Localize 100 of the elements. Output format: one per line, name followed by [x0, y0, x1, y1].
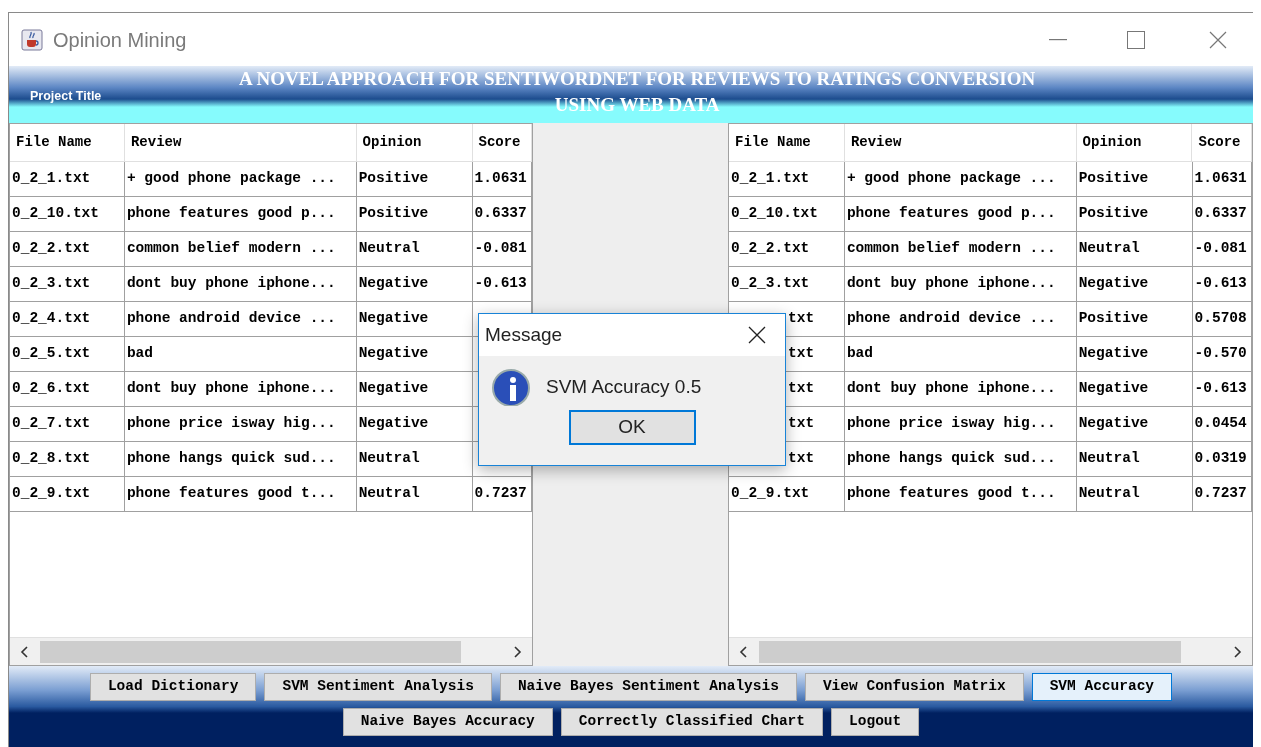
action-button[interactable]: Correctly Classified Chart	[560, 708, 824, 736]
chevron-right-icon[interactable]	[511, 644, 523, 659]
action-button[interactable]: Naive Bayes Accuracy	[342, 708, 553, 736]
table-cell-text: -0.613	[1193, 379, 1247, 399]
table-cell-text: Neutral	[357, 484, 420, 504]
table-cell-text: Neutral	[357, 239, 420, 259]
horizontal-scrollbar[interactable]	[10, 637, 532, 665]
table-cell-text: 0.5708	[1193, 309, 1247, 329]
table-cell-text: Negative	[357, 309, 429, 329]
maximize-icon[interactable]	[1127, 30, 1145, 49]
action-button[interactable]: Load Dictionary	[89, 673, 257, 701]
table-cell-text: 0_2_6.txt	[11, 379, 91, 399]
table-cell-text: phone features good p...	[845, 204, 1056, 224]
column-header[interactable]: File Name	[729, 124, 845, 162]
column-header[interactable]: Score	[1192, 124, 1252, 162]
info-icon	[491, 368, 531, 406]
chevron-left-icon[interactable]	[19, 644, 31, 659]
table-cell-text: txt	[787, 344, 815, 364]
table-cell-text: 0_2_1.txt	[11, 169, 91, 189]
close-icon[interactable]	[748, 326, 766, 344]
table-cell-text: 0_2_3.txt	[11, 274, 91, 294]
table-cell-text: txt	[787, 379, 815, 399]
table-cell-text: Positive	[1077, 309, 1149, 329]
column-header[interactable]: Opinion	[356, 124, 473, 162]
table-cell-text: Neutral	[357, 449, 420, 469]
table-cell-text: 0_2_4.txt	[11, 309, 91, 329]
table-cell-text: 0.7237	[473, 484, 527, 504]
table-cell-text: 0_2_8.txt	[11, 449, 91, 469]
table-cell-text: 0_2_1.txt	[730, 169, 810, 189]
table-cell-text: dont buy phone iphone...	[125, 379, 336, 399]
table-cell-text: 0_2_10.txt	[11, 204, 99, 224]
table-cell-text: txt	[787, 449, 815, 469]
table-cell-text: 1.0631	[473, 169, 527, 189]
coffee-cup-icon	[21, 28, 43, 51]
action-button[interactable]: View Confusion Matrix	[804, 673, 1024, 701]
table-cell-text: 0.6337	[1193, 204, 1247, 224]
table-cell-text: 1.0631	[1193, 169, 1247, 189]
table-cell-text: Negative	[357, 414, 429, 434]
column-header[interactable]: Opinion	[1076, 124, 1193, 162]
column-header[interactable]: Score	[472, 124, 532, 162]
scrollbar-thumb[interactable]	[40, 640, 461, 663]
table-cell-text: Negative	[357, 344, 429, 364]
table-cell-text: Positive	[1077, 204, 1149, 224]
table-cell-text: + good phone package ...	[845, 169, 1056, 189]
table-cell-text: -0.613	[473, 274, 527, 294]
table-cell-text: txt	[787, 309, 815, 329]
table-cell-text: + good phone package ...	[125, 169, 336, 189]
project-title-label: Project Title	[30, 88, 102, 105]
action-button[interactable]: Logout	[831, 708, 920, 736]
table-cell-text: dont buy phone iphone...	[845, 379, 1056, 399]
table-cell-text: Negative	[1077, 379, 1149, 399]
ok-button[interactable]: OK	[568, 410, 696, 445]
chevron-right-icon[interactable]	[1231, 644, 1243, 659]
table-cell-text: phone hangs quick sud...	[845, 449, 1056, 469]
table-cell-text: 0.0454	[1193, 414, 1247, 434]
minimize-icon[interactable]	[1049, 38, 1067, 41]
table-cell-text: -0.570	[1193, 344, 1247, 364]
table-cell-text: phone features good p...	[125, 204, 336, 224]
table-cell-text: Neutral	[1077, 484, 1140, 504]
horizontal-scrollbar[interactable]	[729, 637, 1252, 665]
table-cell-text: Negative	[1077, 344, 1149, 364]
table-cell-text: 0.0319	[1193, 449, 1247, 469]
dialog-title: Message	[485, 322, 563, 347]
table-cell-text: dont buy phone iphone...	[845, 274, 1056, 294]
action-button[interactable]: SVM Accuracy	[1031, 673, 1173, 701]
dialog-message: SVM Accuracy 0.5	[546, 374, 702, 399]
table-cell-text: common belief modern ...	[125, 239, 336, 259]
action-button[interactable]: Naive Bayes Sentiment Analysis	[499, 673, 797, 701]
table-cell-text: Negative	[357, 274, 429, 294]
table-cell-text: Neutral	[1077, 239, 1140, 259]
scrollbar-thumb[interactable]	[759, 640, 1181, 663]
project-title: A NOVEL APPROACH FOR SENTIWORDNET FOR REVIEWS TO RATINGS CONVERSION	[239, 67, 1036, 91]
table-cell-text: Positive	[1077, 169, 1149, 189]
table-cell-text: 0_2_9.txt	[11, 484, 91, 504]
table-cell-text: 0_2_7.txt	[11, 414, 91, 434]
table-cell-text: 0_2_2.txt	[730, 239, 810, 259]
table-cell-text: phone price isway hig...	[845, 414, 1056, 434]
table-cell-text: 0.6337	[473, 204, 527, 224]
table-cell-text: -0.081	[1193, 239, 1247, 259]
table-cell-text: 0_2_2.txt	[11, 239, 91, 259]
table-cell-text: phone price isway hig...	[125, 414, 336, 434]
column-header[interactable]: File Name	[10, 124, 125, 162]
column-header[interactable]: Review	[844, 124, 1077, 162]
action-button[interactable]: SVM Sentiment Analysis	[264, 673, 492, 701]
table-cell-text: Positive	[357, 169, 429, 189]
table-cell-text: 0.7237	[1193, 484, 1247, 504]
table-cell-text: phone android device ...	[125, 309, 336, 329]
table-cell-text: 0_2_5.txt	[11, 344, 91, 364]
table-cell-text: -0.081	[473, 239, 527, 259]
table-cell-text: Positive	[357, 204, 429, 224]
table-cell-text: common belief modern ...	[845, 239, 1056, 259]
column-header[interactable]: Review	[124, 124, 357, 162]
table-cell-text: bad	[845, 344, 873, 364]
table-cell-text: 0_2_10.txt	[730, 204, 818, 224]
table-cell-text: phone features good t...	[845, 484, 1056, 504]
table-cell-text: phone android device ...	[845, 309, 1056, 329]
table-cell-text: Negative	[1077, 274, 1149, 294]
chevron-left-icon[interactable]	[738, 644, 750, 659]
table-cell-text: Negative	[1077, 414, 1149, 434]
table-cell-text: txt	[787, 414, 815, 434]
